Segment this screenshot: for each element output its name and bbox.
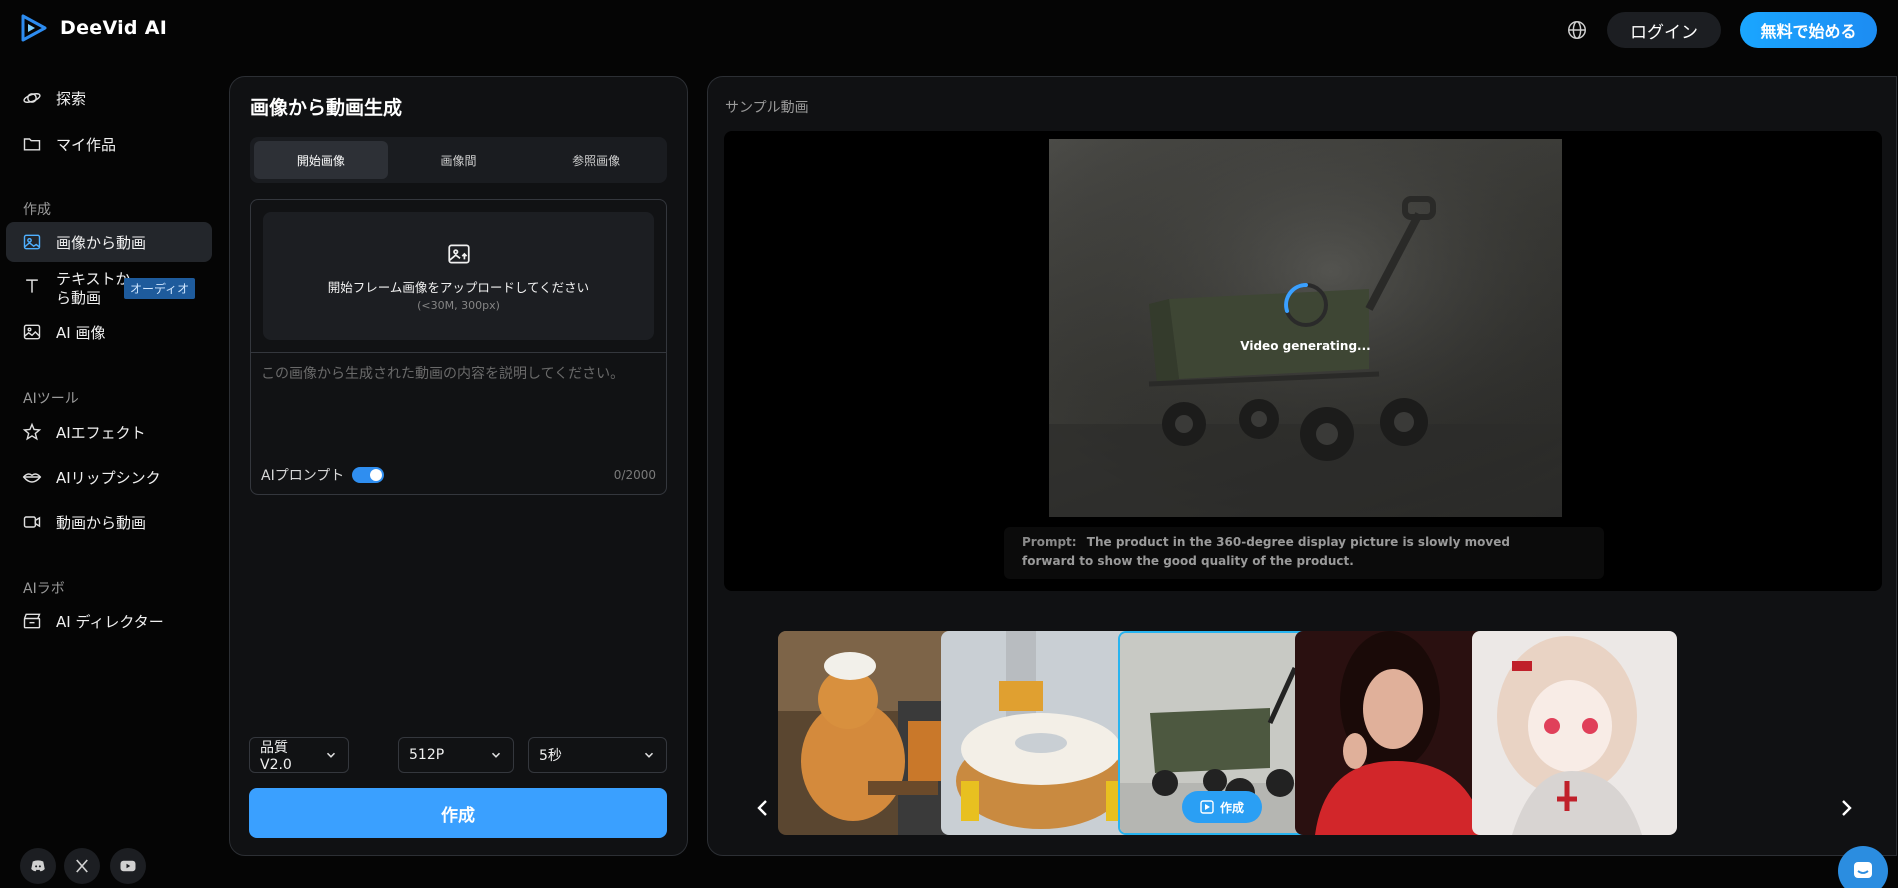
prompt-text-line1: The product in the 360-degree display pi… bbox=[1086, 535, 1510, 549]
tab-image-to-image[interactable]: 画像間 bbox=[392, 141, 526, 179]
chat-icon bbox=[1854, 862, 1872, 878]
carousel-next-button[interactable] bbox=[1836, 794, 1856, 822]
sample-panel: サンプル動画 Video generating... Prompt: The p… bbox=[707, 76, 1897, 856]
chevron-left-icon bbox=[757, 800, 767, 816]
thumb-image bbox=[1472, 631, 1677, 835]
upload-dropzone[interactable]: 開始フレーム画像をアップロードしてください (<30M, 300px) bbox=[263, 212, 654, 340]
input-box: 開始フレーム画像をアップロードしてください (<30M, 300px) この画像… bbox=[250, 199, 667, 495]
chevron-right-icon bbox=[1842, 800, 1852, 816]
prompt-text-line2: forward to show the good quality of the … bbox=[1022, 554, 1354, 568]
sidebar-item-label: マイ作品 bbox=[56, 135, 117, 154]
sidebar-item-label: テキストか bbox=[56, 270, 131, 288]
folder-icon bbox=[23, 138, 41, 151]
sidebar-item-image-to-video[interactable]: 画像から動画 bbox=[6, 222, 212, 262]
sidebar-item-label: AIリップシンク bbox=[56, 468, 161, 487]
sample-title: サンプル動画 bbox=[725, 100, 809, 116]
x-button[interactable] bbox=[64, 848, 100, 884]
app-name: DeeVid AI bbox=[60, 17, 168, 39]
tab-reference-image[interactable]: 参照画像 bbox=[529, 141, 663, 179]
clapper-icon bbox=[23, 613, 41, 629]
discord-icon bbox=[31, 860, 45, 872]
chevron-down-icon bbox=[491, 752, 501, 758]
sidebar-item-label: 画像から動画 bbox=[56, 233, 147, 252]
video-camera-icon bbox=[23, 516, 41, 528]
thumb-create-button[interactable]: 作成 bbox=[1182, 791, 1262, 823]
image-upload-icon bbox=[447, 243, 470, 264]
duration-value: 5秒 bbox=[539, 748, 562, 764]
prompt-label: Prompt: bbox=[1022, 535, 1077, 549]
loading-spinner-icon bbox=[1284, 283, 1328, 327]
section-create: 作成 bbox=[23, 202, 51, 218]
generating-status: Video generating... bbox=[1240, 339, 1371, 353]
sidebar-item-label: ら動画 bbox=[56, 289, 102, 307]
sidebar-item-ai-effects[interactable]: AIエフェクト bbox=[6, 412, 212, 452]
resolution-value: 512P bbox=[409, 747, 445, 763]
sidebar-item-label: 探索 bbox=[56, 89, 87, 108]
source-tabs: 開始画像 画像間 参照画像 bbox=[250, 137, 667, 183]
sidebar-item-ai-lipsync[interactable]: AIリップシンク bbox=[6, 457, 212, 497]
sample-prompt: Prompt: The product in the 360-degree di… bbox=[1004, 527, 1604, 579]
sidebar-item-my-works[interactable]: マイ作品 bbox=[6, 124, 212, 164]
sample-thumb-woman[interactable] bbox=[1295, 631, 1500, 835]
planet-icon bbox=[23, 93, 41, 103]
carousel-prev-button[interactable] bbox=[753, 794, 773, 822]
sidebar-item-explore[interactable]: 探索 bbox=[6, 78, 212, 118]
sample-thumb-anime[interactable] bbox=[1472, 631, 1677, 835]
thumb-image bbox=[1295, 631, 1500, 835]
ai-prompt-row: AIプロンプト bbox=[261, 465, 385, 485]
audio-badge: オーディオ bbox=[124, 278, 196, 299]
section-ai-tools: AIツール bbox=[23, 391, 79, 407]
youtube-icon bbox=[120, 860, 136, 872]
sidebar-item-label: AIエフェクト bbox=[56, 423, 146, 442]
panel-title: 画像から動画生成 bbox=[250, 97, 403, 119]
ai-prompt-toggle[interactable] bbox=[352, 467, 385, 483]
sidebar-item-video-to-video[interactable]: 動画から動画 bbox=[6, 502, 212, 542]
duration-select[interactable]: 5秒 bbox=[528, 737, 667, 773]
section-ai-lab: AIラボ bbox=[23, 581, 65, 597]
login-button[interactable]: ログイン bbox=[1607, 12, 1721, 48]
sample-thumb-wagon[interactable]: 作成 bbox=[1118, 631, 1323, 835]
logo[interactable]: DeeVid AI bbox=[20, 14, 167, 42]
sample-thumb-donut[interactable] bbox=[941, 631, 1146, 835]
text-icon bbox=[26, 279, 38, 293]
prompt-input[interactable]: この画像から生成された動画の内容を説明してください。 bbox=[261, 363, 624, 383]
lips-icon bbox=[22, 473, 42, 483]
chevron-down-icon bbox=[326, 752, 336, 758]
video-preview: Video generating... bbox=[1049, 139, 1562, 517]
globe-icon[interactable] bbox=[1566, 19, 1588, 41]
quality-select[interactable]: 品質 V2.0 bbox=[249, 737, 349, 773]
sidebar-item-ai-image[interactable]: AI 画像 bbox=[6, 312, 212, 352]
youtube-button[interactable] bbox=[110, 848, 146, 884]
sidebar-item-label: AI 画像 bbox=[56, 323, 106, 342]
sidebar-item-label: 動画から動画 bbox=[56, 513, 147, 532]
image-icon bbox=[23, 234, 41, 250]
gallery-icon bbox=[23, 324, 41, 340]
ai-prompt-label: AIプロンプト bbox=[261, 468, 345, 484]
top-bar: DeeVid AI ログイン 無料で始める bbox=[0, 0, 1898, 60]
sidebar-item-label: AI ディレクター bbox=[56, 612, 164, 631]
play-icon bbox=[1200, 800, 1214, 814]
logo-play-icon bbox=[21, 14, 47, 42]
video-player[interactable]: Video generating... Prompt: The product … bbox=[724, 131, 1882, 591]
quality-value: 品質 V2.0 bbox=[260, 740, 292, 773]
thumb-create-label: 作成 bbox=[1219, 800, 1244, 815]
tab-start-image[interactable]: 開始画像 bbox=[254, 141, 388, 179]
thumb-image bbox=[941, 631, 1146, 835]
chevron-down-icon bbox=[644, 752, 654, 758]
char-count: 0/2000 bbox=[613, 468, 656, 482]
upload-instruction: 開始フレーム画像をアップロードしてください bbox=[327, 279, 590, 295]
sidebar-item-ai-director[interactable]: AI ディレクター bbox=[6, 601, 212, 641]
discord-button[interactable] bbox=[20, 848, 56, 884]
upload-limits: (<30M, 300px) bbox=[417, 298, 500, 312]
chat-support-button[interactable] bbox=[1838, 846, 1888, 888]
start-free-button[interactable]: 無料で始める bbox=[1740, 12, 1877, 48]
create-button[interactable]: 作成 bbox=[249, 788, 667, 838]
resolution-select[interactable]: 512P bbox=[398, 737, 514, 773]
divider bbox=[251, 352, 666, 353]
sparkle-icon bbox=[22, 422, 42, 441]
x-icon bbox=[76, 859, 88, 873]
